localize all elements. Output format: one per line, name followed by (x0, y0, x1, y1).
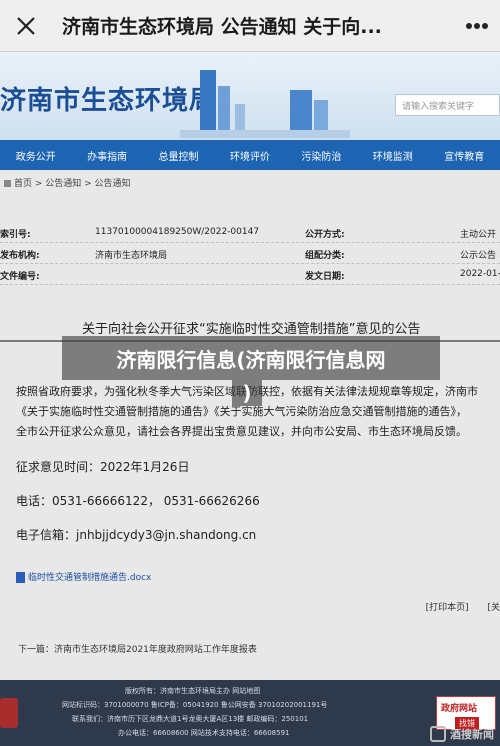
email-text: 电子信箱：jnhbjjdcydy3@jn.shandong.cn (16, 528, 257, 542)
caption-text: ) (242, 381, 252, 405)
body-paragraph: 全市公开征求公众意见，请社会各界提出宝贵意见建议，并向市公安局、市生态环境局反馈… (16, 425, 467, 438)
close-icon (17, 16, 35, 35)
watermark-icon (430, 726, 446, 742)
meta-value: 济南市生态环境局 (95, 251, 168, 261)
nav-item[interactable]: 政务公开 (0, 148, 71, 163)
breadcrumb-text: 首页 > 公告通知 > 公告通知 (14, 179, 131, 189)
caption-text: 济南限行信息(济南限行信息网 (116, 347, 386, 372)
nav-item[interactable]: 办事指南 (71, 148, 142, 163)
nav-item[interactable]: 总量控制 (143, 148, 214, 163)
site-header: 济南市生态环境局 请输入搜索关键字 (0, 52, 500, 140)
close-page-link[interactable]: [关 (487, 603, 500, 613)
meta-key: 公开方式: (305, 230, 345, 240)
more-button[interactable] (454, 0, 500, 52)
party-emblem-icon (0, 698, 18, 728)
meta-key: 发文日期: (305, 272, 345, 282)
nav-item[interactable]: 污染防治 (286, 148, 357, 163)
watermark: 酒搜新闻 (430, 726, 494, 742)
metadata-row: 文件编号: 发文日期: 2022-01-2 (0, 264, 500, 285)
page-title: 济南市生态环境局 公告通知 关于向... (62, 16, 382, 38)
deadline-text: 征求意见时间：2022年1月26日 (16, 460, 190, 474)
skyline-illustration (180, 70, 350, 138)
meta-key: 组配分类: (305, 251, 345, 261)
document-title: 关于向社会公开征求“实施临时性交通管制措施”意见的公告 (82, 322, 421, 337)
nav-item[interactable]: 环境监测 (357, 148, 428, 163)
meta-key: 发布机构: (0, 251, 40, 261)
footer-line: 联系我们：济南市历下区龙鼎大道1号龙奥大厦A区13楼 邮政编码：250101 (72, 715, 309, 723)
meta-key: 文件编号: (0, 272, 40, 282)
breadcrumb: 首页 > 公告通知 > 公告通知 (4, 176, 131, 189)
close-button[interactable] (0, 0, 52, 52)
attachment-name: 临时性交通管制措施通告.docx (28, 573, 152, 583)
gov-site-error-badge[interactable]: 政府网站 找错 (436, 696, 496, 730)
document-icon (16, 572, 25, 583)
app-topbar: 济南市生态环境局 公告通知 关于向... (0, 0, 500, 52)
footer-line: 版权所有：济南市生态环境局主办 网站地图 (125, 687, 261, 695)
nav-item[interactable]: 环境评价 (214, 148, 285, 163)
meta-key: 索引号: (0, 230, 31, 240)
caption-overlay: 济南限行信息(济南限行信息网 (62, 336, 440, 380)
caption-overlay-continuation: ) (232, 380, 262, 406)
next-article-link[interactable]: 下一篇：济南市生态环境局2021年度政府网站工作年度报表 (18, 642, 257, 655)
metadata-row: 发布机构: 济南市生态环境局 组配分类: 公示公告 (0, 243, 500, 264)
nav-item[interactable]: 宣传教育 (429, 148, 500, 163)
phone-text: 电话：0531-66666122， 0531-66626266 (16, 494, 260, 508)
meta-value: 11370100004189250W/2022-00147 (95, 227, 260, 237)
search-input[interactable]: 请输入搜索关键字 (395, 94, 500, 116)
page-actions: [打印本页] [关 (410, 600, 500, 613)
attachment-link[interactable]: 临时性交通管制措施通告.docx (16, 570, 151, 583)
site-nav: 政务公开 办事指南 总量控制 环境评价 污染防治 环境监测 宣传教育 (0, 140, 500, 170)
footer-line: 办公电话：66608600 网站技术支持电话：66608591 (118, 729, 290, 737)
site-footer: 版权所有：济南市生态环境局主办 网站地图 网站标识码：3701000070 鲁I… (0, 680, 500, 746)
metadata-table: 索引号: 11370100004189250W/2022-00147 公开方式:… (0, 222, 500, 285)
watermark-text: 酒搜新闻 (450, 728, 494, 741)
badge-title: 政府网站 (441, 704, 478, 714)
print-page-link[interactable]: [打印本页] (426, 603, 469, 613)
meta-value: 主动公开 (460, 230, 497, 240)
metadata-row: 索引号: 11370100004189250W/2022-00147 公开方式:… (0, 222, 500, 243)
home-icon (4, 180, 11, 187)
footer-line: 网站标识码：3701000070 鲁ICP备：05041920 鲁公网安备 37… (62, 701, 328, 709)
meta-value: 公示公告 (460, 251, 497, 261)
meta-value: 2022-01-2 (460, 269, 500, 279)
more-dots-icon (466, 22, 488, 29)
